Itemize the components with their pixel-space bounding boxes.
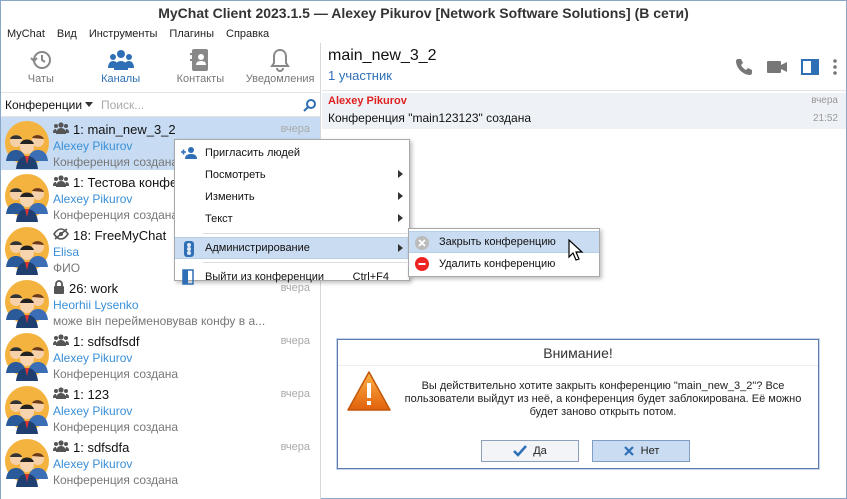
history-icon [1,47,81,73]
conversation-item[interactable]: 1: sdfsdfa Alexey Pikurov Конференция созд… [1,435,320,488]
close-icon [623,446,634,456]
nav-tabs: Чаты Каналы Контакты Уведомления [1,43,320,93]
menu-item-edit[interactable]: Изменить [175,186,409,208]
conversation-last-message: може він перейменовував конфу в а... [53,314,266,328]
avatar [1,170,53,223]
dialog-title: Внимание! [338,340,818,366]
message: Alexey Pikurov Конференция "main123123" … [322,93,846,129]
warning-icon [347,371,391,411]
conversation-last-message: Конференция создана [53,420,179,434]
conversation-time: вчера [280,388,310,400]
group-icon [53,386,69,402]
window-title: MyChat Client 2023.1.5 — Alexey Pikurov … [1,1,846,25]
menu-tools[interactable]: Инструменты [89,25,158,43]
conversation-user: Alexey Pikurov [53,351,133,365]
submenu-arrow-icon [398,244,403,252]
menu-plugins[interactable]: Плагины [169,25,214,43]
menu-view[interactable]: Вид [57,25,77,43]
submenu-arrow-icon [398,214,403,222]
menu-item-administration[interactable]: Администрирование [175,237,409,259]
chevron-down-icon [85,101,94,107]
conversation-time: вчера [280,335,310,347]
group-icon [53,174,69,190]
tab-chats[interactable]: Чаты [1,43,81,92]
avatar [1,117,53,170]
no-button[interactable]: Нет [592,440,690,462]
search-icon[interactable] [300,95,320,115]
add-user-icon [181,145,197,161]
tab-notifications[interactable]: Уведомления [240,43,320,92]
conversation-time: вчера [280,441,310,453]
conversation-last-message: Конференция создана [53,367,179,381]
check-icon [513,445,528,457]
mouse-cursor-icon [568,239,584,261]
users-group-icon [81,47,161,73]
menu-item-leave[interactable]: Выйти из конференции Ctrl+F4 [175,266,409,288]
traffic-light-icon [181,241,197,257]
chat-header-actions [734,57,838,80]
group-icon [53,439,69,455]
side-panel-toggle-icon[interactable] [800,57,820,80]
lock-icon [53,279,65,297]
avatar [1,382,53,435]
conversation-user: Alexey Pikurov [53,457,133,471]
group-icon [53,121,69,137]
search-input[interactable] [101,94,300,115]
video-camera-icon[interactable] [766,57,788,80]
message-date: вчера [811,95,838,106]
avatar [1,223,53,276]
menu-item-text[interactable]: Текст [175,208,409,230]
avatar [1,329,53,382]
menu-bar: MyChat Вид Инструменты Плагины Справка [1,25,846,43]
menu-help[interactable]: Справка [226,25,269,43]
group-icon [53,333,69,349]
bell-icon [240,47,320,73]
exit-icon [181,269,197,285]
conversation-last-message: Конференция создана [53,473,179,487]
menu-item-view[interactable]: Посмотреть [175,164,409,186]
menu-mychat[interactable]: MyChat [7,25,45,43]
address-book-icon [161,47,241,73]
confirm-dialog: Внимание! Вы действительно хотите закрыт… [337,339,819,469]
yes-button[interactable]: Да [481,440,579,462]
conversation-item[interactable]: 1: sdfsdfsdf Alexey Pikurov Конференция со… [1,329,320,382]
submenu-arrow-icon [398,170,403,178]
submenu-arrow-icon [398,192,403,200]
avatar [1,435,53,488]
message-text: Конференция "main123123" создана [328,111,532,125]
menu-separator [203,262,407,263]
phone-icon[interactable] [734,57,754,80]
message-time: 21:52 [812,113,838,124]
shortcut-label: Ctrl+F4 [352,271,389,283]
context-menu: Пригласить людей Посмотреть Изменить Тек… [174,139,410,285]
delete-circle-icon [415,257,429,271]
app-window: MyChat Client 2023.1.5 — Alexey Pikurov … [0,0,847,499]
avatar [1,276,53,329]
tab-contacts[interactable]: Контакты [161,43,241,92]
conversation-user: Heorhii Lysenko [53,298,139,312]
tab-channels[interactable]: Каналы [81,43,161,92]
conversation-time: вчера [280,123,310,135]
menu-item-invite[interactable]: Пригласить людей [175,142,409,164]
filter-bar: Конференции [1,93,320,117]
chat-header: main_new_3_2 1 участник [322,43,846,91]
eye-off-icon [53,227,69,243]
conversation-item[interactable]: 1: 123 Alexey Pikurov Конференция создана в… [1,382,320,435]
menu-separator [203,233,407,234]
conversation-user: Alexey Pikurov [53,404,133,418]
dialog-message: Вы действительно хотите закрыть конферен… [404,380,802,418]
more-options-icon[interactable] [832,57,838,80]
message-author[interactable]: Alexey Pikurov [328,93,846,107]
close-circle-icon [415,236,429,250]
conference-filter-dropdown[interactable]: Конференции [1,98,101,112]
